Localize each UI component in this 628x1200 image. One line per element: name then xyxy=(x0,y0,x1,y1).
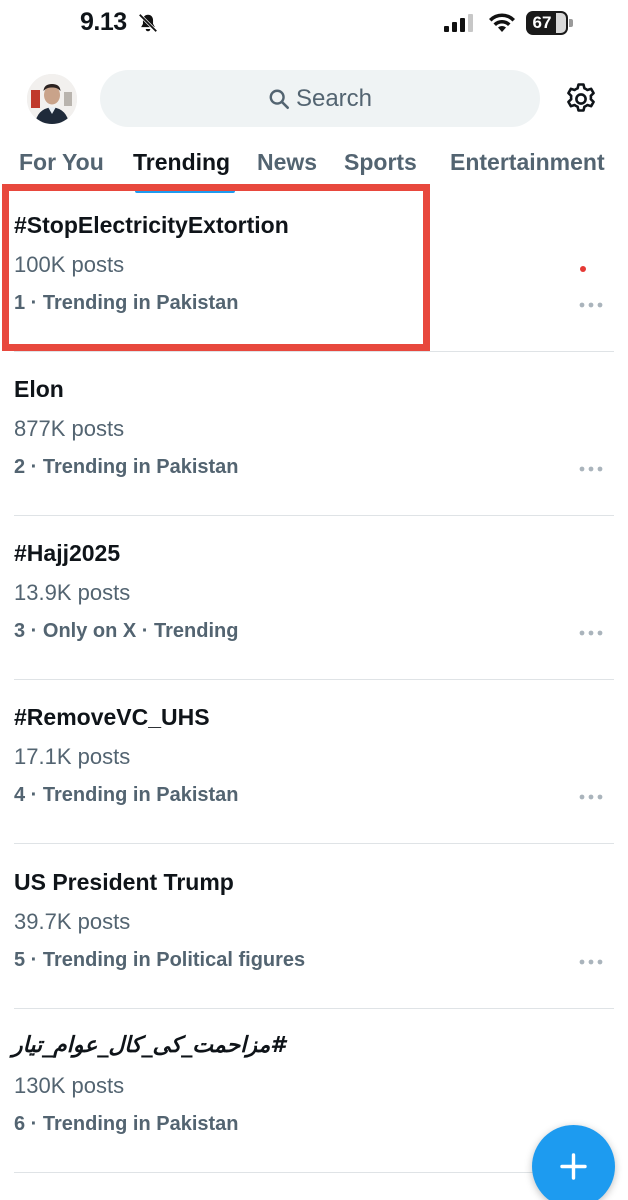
more-icon[interactable] xyxy=(578,792,604,802)
trend-name: #Hajj2025 xyxy=(14,540,121,566)
more-icon[interactable] xyxy=(578,628,604,638)
status-time: 9.13 xyxy=(80,8,127,36)
trend-item[interactable]: #RemoveVC_UHS 17.1K posts 4 · Trending i… xyxy=(0,680,628,844)
highlight-annotation xyxy=(2,184,430,351)
trend-post-count: 17.1K posts xyxy=(14,744,131,769)
trend-post-count: 39.7K posts xyxy=(14,909,131,934)
trend-name: Elon xyxy=(14,376,64,402)
tab-sports[interactable]: Sports xyxy=(344,149,417,176)
avatar[interactable] xyxy=(27,74,77,124)
trend-item[interactable]: #مزاحمت_کی_کال_عوام_تیار 130K posts 6 · … xyxy=(0,1009,628,1173)
trend-name: #RemoveVC_UHS xyxy=(14,704,210,730)
tab-for-you[interactable]: For You xyxy=(19,149,104,176)
battery-level: 67 xyxy=(532,13,552,32)
search-placeholder: Search xyxy=(295,84,373,112)
trend-name: US President Trump xyxy=(14,869,234,895)
tab-entertainment[interactable]: Entertainment xyxy=(450,149,605,176)
wifi-icon xyxy=(489,13,515,32)
compose-button[interactable] xyxy=(532,1125,615,1200)
trend-item[interactable]: US President Trump 39.7K posts 5 · Trend… xyxy=(0,845,628,1009)
avatar-photo xyxy=(27,74,77,124)
trend-item[interactable]: #Hajj2025 13.9K posts 3 · Only on X · Tr… xyxy=(0,516,628,680)
signal-icon xyxy=(444,14,473,32)
trend-post-count: 130K posts xyxy=(14,1073,125,1098)
search-bar[interactable]: Search xyxy=(100,70,540,127)
tab-trending[interactable]: Trending xyxy=(133,149,230,176)
trend-name: #مزاحمت_کی_کال_عوام_تیار xyxy=(12,1033,286,1058)
gear-icon[interactable] xyxy=(563,81,599,117)
trend-post-count: 877K posts xyxy=(14,416,125,441)
trend-context: 2 · Trending in Pakistan xyxy=(14,456,239,478)
notification-dot xyxy=(580,266,586,272)
trend-context: 5 · Trending in Political figures xyxy=(14,949,306,971)
tab-news[interactable]: News xyxy=(257,149,317,176)
trend-context: 4 · Trending in Pakistan xyxy=(14,784,239,806)
trend-post-count: 13.9K posts xyxy=(14,580,131,605)
trend-context: 3 · Only on X · Trending xyxy=(14,620,239,642)
more-icon[interactable] xyxy=(578,464,604,474)
trend-item[interactable]: Elon 877K posts 2 · Trending in Pakistan xyxy=(0,352,628,516)
more-icon[interactable] xyxy=(578,300,604,310)
divider xyxy=(14,843,614,844)
battery-tip xyxy=(569,19,573,27)
more-icon[interactable] xyxy=(578,957,604,967)
search-icon xyxy=(269,89,289,109)
status-bar: 9.13 67 xyxy=(0,0,628,50)
plus-icon xyxy=(560,1153,587,1180)
divider xyxy=(14,1172,614,1173)
battery-icon: 67 xyxy=(526,11,574,35)
bell-off-icon xyxy=(138,13,158,33)
trend-context: 6 · Trending in Pakistan xyxy=(14,1113,239,1135)
